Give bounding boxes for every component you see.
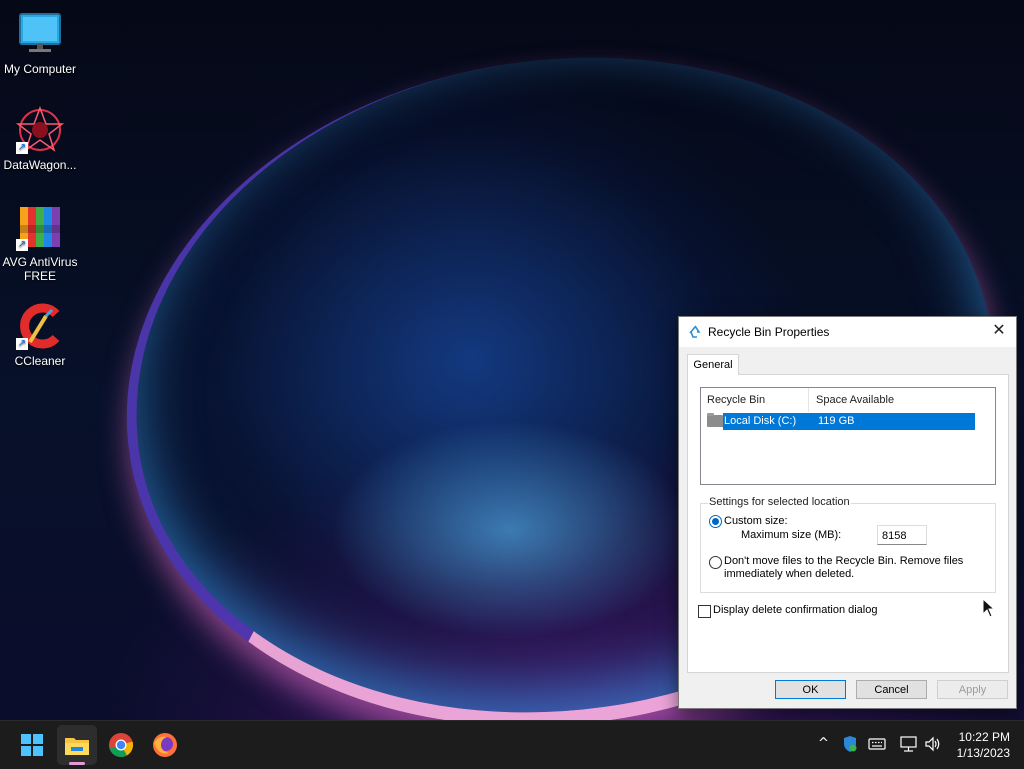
desktop-icon-label: AVG AntiVirus FREE xyxy=(2,255,78,283)
desktop-icon-avg[interactable]: ↗ AVG AntiVirus FREE xyxy=(0,203,80,283)
dont-move-label[interactable]: Don't move files to the Recycle Bin. Rem… xyxy=(724,555,974,581)
settings-group-label: Settings for selected location xyxy=(708,496,851,508)
tab-general[interactable]: General xyxy=(687,354,739,375)
monitor-icon xyxy=(16,10,64,58)
dialog-title: Recycle Bin Properties xyxy=(708,325,830,339)
recycle-bin-properties-dialog: Recycle Bin Properties ✕ General Recycle… xyxy=(678,316,1017,709)
dialog-titlebar[interactable]: Recycle Bin Properties ✕ xyxy=(679,317,1016,347)
firefox-icon[interactable] xyxy=(149,729,181,761)
shortcut-arrow-icon: ↗ xyxy=(16,142,28,154)
desktop-icon-label: My Computer xyxy=(3,62,77,76)
ccleaner-icon: ↗ xyxy=(16,302,64,350)
custom-size-radio[interactable] xyxy=(709,515,722,528)
avg-icon: ↗ xyxy=(16,203,64,251)
apply-button[interactable]: Apply xyxy=(937,680,1008,699)
column-header-location[interactable]: Recycle Bin Location xyxy=(701,388,809,430)
network-icon[interactable] xyxy=(900,736,918,752)
datawagon-icon: ↗ xyxy=(15,105,65,154)
drive-folder-icon xyxy=(707,413,723,427)
desktop-icon-datawagon[interactable]: ↗ DataWagon... xyxy=(0,105,80,172)
selected-row-highlight: Local Disk (C:) 119 GB xyxy=(723,413,975,430)
list-item[interactable]: Local Disk (C:) 119 GB xyxy=(707,413,975,430)
delete-confirmation-checkbox[interactable] xyxy=(698,605,711,618)
keyboard-icon[interactable] xyxy=(868,737,886,751)
max-size-input[interactable]: 8158 xyxy=(877,525,927,545)
cell-space-available: 119 GB xyxy=(818,415,855,427)
location-list[interactable]: Recycle Bin Location Space Available Loc… xyxy=(700,387,996,485)
recycle-bin-icon xyxy=(689,325,701,338)
custom-size-label[interactable]: Custom size: xyxy=(724,515,788,527)
tray-chevron-icon[interactable]: ^ xyxy=(818,736,829,751)
mouse-cursor-icon xyxy=(982,598,996,618)
taskbar: ^ 10:22 PM 1/13/2023 xyxy=(0,720,1024,769)
clock-date: 1/13/2023 xyxy=(956,746,1010,760)
close-icon: ✕ xyxy=(992,322,1006,339)
general-tab-page: Recycle Bin Location Space Available Loc… xyxy=(687,374,1009,673)
max-size-label: Maximum size (MB): xyxy=(741,529,842,541)
cell-location: Local Disk (C:) xyxy=(724,415,797,427)
ok-button[interactable]: OK xyxy=(775,680,846,699)
dont-move-radio[interactable] xyxy=(709,556,722,569)
desktop-icon-ccleaner[interactable]: ↗ CCleaner xyxy=(0,302,80,368)
clock-time: 10:22 PM xyxy=(958,730,1010,744)
file-explorer-icon[interactable] xyxy=(61,729,93,761)
cancel-button[interactable]: Cancel xyxy=(856,680,927,699)
chrome-icon[interactable] xyxy=(105,729,137,761)
column-header-space[interactable]: Space Available xyxy=(809,388,969,412)
close-button[interactable]: ✕ xyxy=(982,317,1016,347)
windows-start-icon[interactable] xyxy=(16,729,48,761)
running-indicator xyxy=(69,762,85,765)
shortcut-arrow-icon: ↗ xyxy=(16,338,28,350)
delete-confirmation-label[interactable]: Display delete confirmation dialog xyxy=(713,604,877,616)
clock[interactable]: 10:22 PM 1/13/2023 xyxy=(940,729,1010,761)
settings-group: Settings for selected location Custom si… xyxy=(700,496,996,593)
desktop-icon-label: DataWagon... xyxy=(3,158,77,172)
desktop-icon-my-computer[interactable]: My Computer xyxy=(0,10,80,76)
shortcut-arrow-icon: ↗ xyxy=(16,239,28,251)
defender-shield-icon[interactable] xyxy=(842,735,858,753)
desktop-icon-label: CCleaner xyxy=(14,354,66,368)
